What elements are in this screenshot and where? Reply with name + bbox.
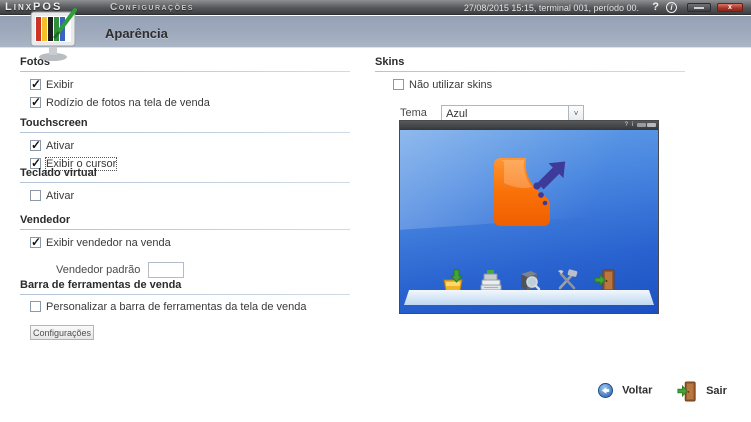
close-button[interactable]: x xyxy=(717,3,743,12)
checkbox-rodizio-fotos[interactable]: Rodízio de fotos na tela de venda xyxy=(30,96,350,110)
checkbox-ativar-touchscreen[interactable]: Ativar xyxy=(30,139,350,153)
checkbox-exibir-fotos[interactable]: Exibir xyxy=(30,78,350,92)
divider xyxy=(20,132,350,133)
vendedor-padrao-input[interactable] xyxy=(148,262,185,278)
title-bar: LinxPOS Configurações 27/08/2015 15:15, … xyxy=(0,0,751,15)
checkbox[interactable] xyxy=(30,236,41,248)
chevron-down-icon[interactable]: ˅ xyxy=(568,106,584,121)
checkbox[interactable] xyxy=(30,139,41,151)
checkbox-label: Personalizar a barra de ferramentas da t… xyxy=(46,301,307,313)
divider xyxy=(20,71,350,72)
help-icon[interactable]: ? xyxy=(652,1,659,13)
checkbox-ativar-teclado[interactable]: Ativar xyxy=(30,190,350,203)
checkbox[interactable] xyxy=(30,190,41,201)
checkbox-label: Ativar xyxy=(46,190,75,202)
section-barra-ferramentas: Barra de ferramentas de venda Personaliz… xyxy=(20,279,350,341)
vendedor-padrao-label: Vendedor padrão xyxy=(56,263,141,276)
divider xyxy=(375,71,685,72)
sair-label: Sair xyxy=(706,385,727,397)
receive-box-icon xyxy=(443,269,464,292)
section-fotos: Fotos Exibir Rodízio de fotos na tela de… xyxy=(20,56,350,115)
voltar-label: Voltar xyxy=(622,384,653,397)
checkbox-label: Exibir xyxy=(46,79,74,91)
divider xyxy=(20,294,350,295)
divider xyxy=(20,182,350,183)
preview-help-info-icons: ? i xyxy=(624,122,634,128)
voltar-button[interactable]: Voltar xyxy=(598,383,652,398)
checkbox-personalizar-barra[interactable]: Personalizar a barra de ferramentas da t… xyxy=(30,301,350,314)
section-vendedor: Vendedor Exibir vendedor na venda Vended… xyxy=(20,214,350,278)
section-title-touchscreen: Touchscreen xyxy=(20,117,88,129)
minimize-button[interactable] xyxy=(687,3,711,12)
configuracoes-button[interactable]: Configurações xyxy=(30,325,94,340)
section-title-barra: Barra de ferramentas de venda xyxy=(20,279,182,291)
section-teclado-virtual: Teclado virtual Ativar xyxy=(20,167,350,208)
checkbox-nao-utilizar-skins[interactable]: Não utilizar skins xyxy=(393,79,685,92)
checkbox-label: Rodízio de fotos na tela de venda xyxy=(46,97,210,109)
checkbox-exibir-vendedor[interactable]: Exibir vendedor na venda xyxy=(30,236,350,250)
preview-titlebar: ? i xyxy=(400,121,658,130)
checkbox-label: Ativar xyxy=(46,140,75,152)
exit-door-icon xyxy=(594,269,615,292)
checkbox[interactable] xyxy=(30,301,41,312)
page-title: Aparência xyxy=(105,26,168,41)
vendedor-padrao-row: Vendedor padrão xyxy=(56,262,350,278)
cash-register-icon xyxy=(480,270,502,291)
back-arrow-icon xyxy=(598,383,613,398)
preview-dock-shelf xyxy=(404,290,654,305)
session-status: 27/08/2015 15:15, terminal 001, período … xyxy=(463,3,639,13)
preview-close-icon xyxy=(647,123,656,127)
section-title-skins: Skins xyxy=(375,56,405,68)
preview-dock-icons xyxy=(400,268,658,292)
window: LinxPOS Configurações 27/08/2015 15:15, … xyxy=(0,0,751,422)
section-skins: Skins Não utilizar skins Tema Azul ˅ xyxy=(375,56,685,122)
section-title-vendedor: Vendedor xyxy=(20,214,71,226)
module-title: Configurações xyxy=(110,2,194,13)
linxpos-logo-icon xyxy=(494,158,566,226)
checkbox[interactable] xyxy=(393,79,404,90)
preview-desktop xyxy=(400,130,658,313)
info-icon[interactable]: i xyxy=(666,2,677,13)
appearance-icon xyxy=(30,8,77,61)
theme-preview: ? i xyxy=(399,120,659,314)
tools-icon xyxy=(558,269,578,290)
checkbox[interactable] xyxy=(30,78,41,90)
divider xyxy=(20,229,350,230)
section-title-teclado: Teclado virtual xyxy=(20,167,97,179)
search-box-icon xyxy=(521,271,541,291)
checkbox[interactable] xyxy=(30,96,41,108)
checkbox-label: Não utilizar skins xyxy=(409,79,493,91)
tema-label: Tema xyxy=(400,107,427,120)
preview-minimize-icon xyxy=(637,123,646,127)
checkbox-label: Exibir vendedor na venda xyxy=(46,237,171,249)
tema-selected-value: Azul xyxy=(446,108,468,120)
sair-button[interactable]: Sair xyxy=(677,380,727,402)
exit-door-icon xyxy=(677,381,696,402)
